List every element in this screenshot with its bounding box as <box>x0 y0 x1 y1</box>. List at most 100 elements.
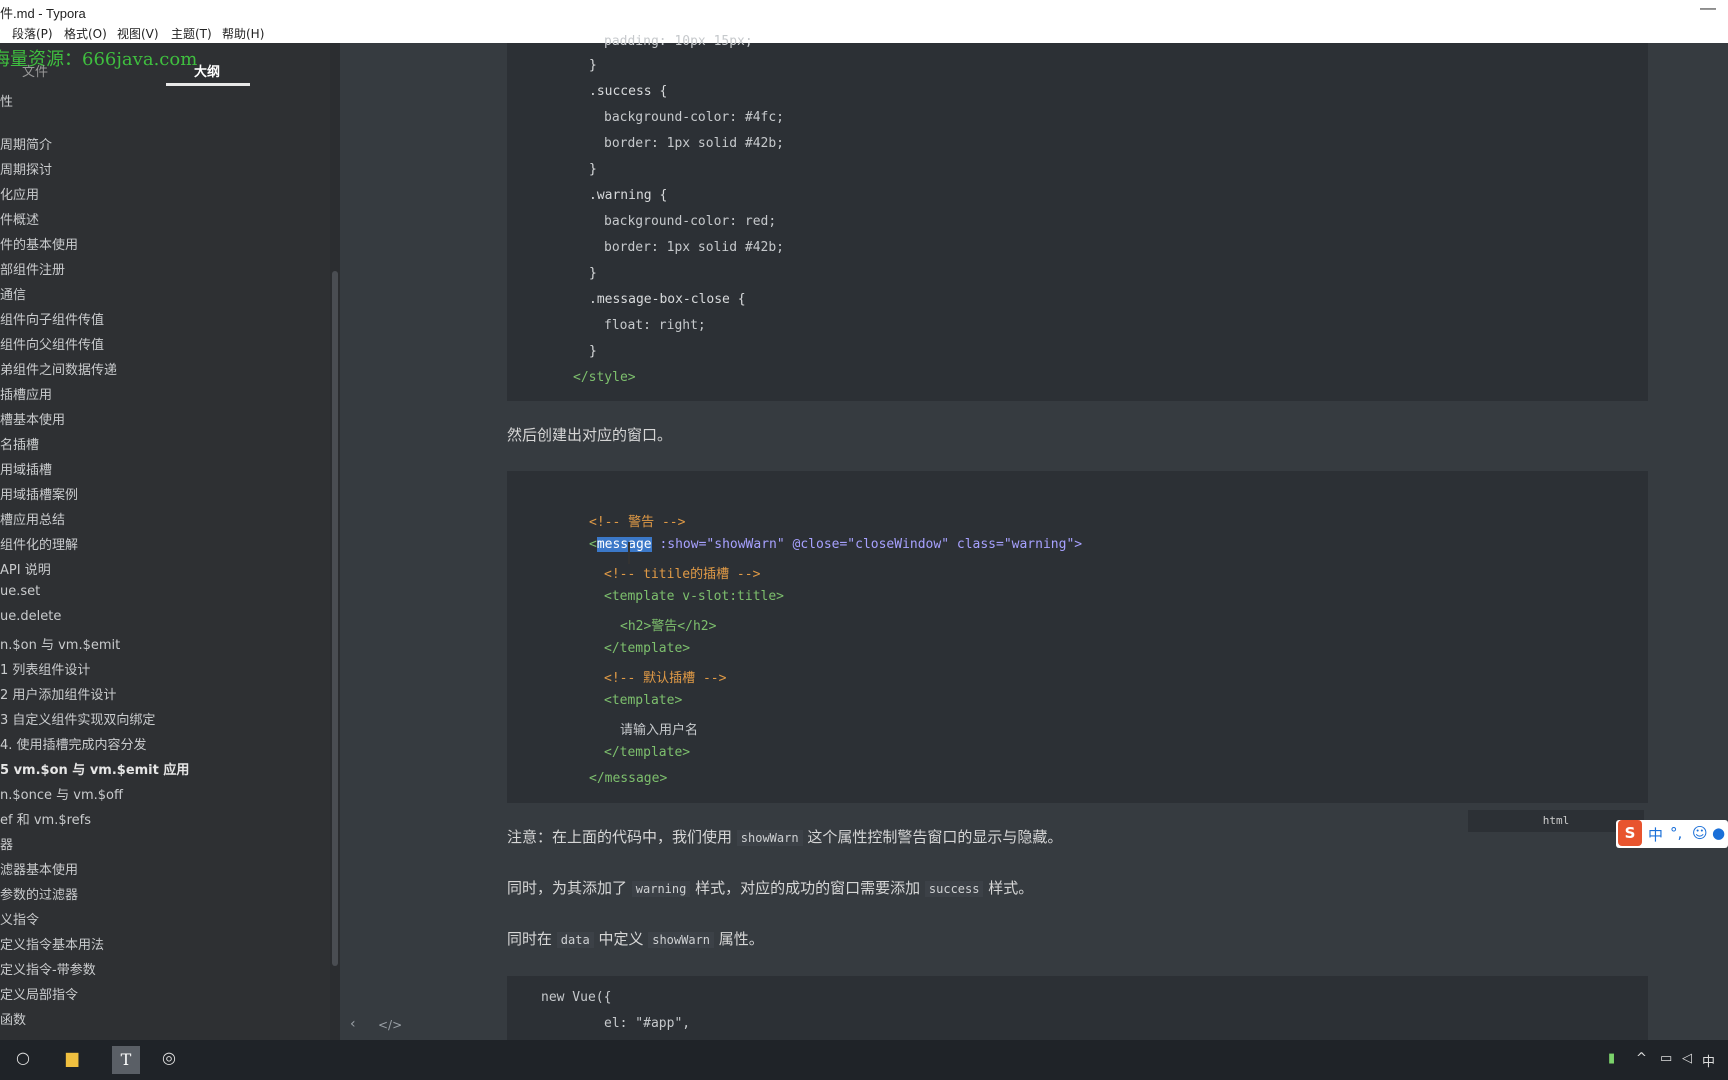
ime-language-indicator[interactable]: 中 <box>1648 824 1663 845</box>
chevron-left-icon[interactable]: ‹ <box>350 1016 356 1032</box>
outline-item[interactable]: 2 用户添加组件设计 <box>0 684 116 703</box>
code-token: padding: 10px 15px; <box>604 34 753 49</box>
outline-item[interactable]: 槽基本使用 <box>0 409 65 428</box>
outline-item[interactable]: 用域插槽 <box>0 459 52 478</box>
menu-view[interactable]: 视图(V) <box>117 25 159 42</box>
network-icon[interactable]: ▭ <box>1660 1051 1672 1066</box>
code-line: <!-- 警告 --> <box>589 515 686 530</box>
paragraph: 同时在 data 中定义 showWarn 属性。 <box>507 928 764 949</box>
volume-icon[interactable]: ◁ <box>1682 1051 1692 1066</box>
menu-theme[interactable]: 主题(T) <box>171 25 212 42</box>
outline-item[interactable]: 函数 <box>0 1009 26 1028</box>
obs-app-icon[interactable]: ◎ <box>162 1048 176 1067</box>
outline-item[interactable]: 参数的过滤器 <box>0 884 78 903</box>
outline-item[interactable]: 件概述 <box>0 209 39 228</box>
outline-item[interactable]: 弟组件之间数据传递 <box>0 359 117 378</box>
minimize-icon[interactable]: — <box>1700 0 1716 18</box>
code-line: border: 1px solid #42b; <box>604 136 784 151</box>
outline-item[interactable]: 定义指令基本用法 <box>0 934 104 953</box>
outline-item[interactable]: 4. 使用插槽完成内容分发 <box>0 734 147 753</box>
outline-item[interactable]: 组件向子组件传值 <box>0 309 104 328</box>
outline-item-active[interactable]: 5 vm.$on 与 vm.$emit 应用 <box>0 759 189 778</box>
code-icon[interactable]: </> <box>378 1018 402 1032</box>
paragraph-text: 样式，对应的成功的窗口需要添加 <box>690 879 925 897</box>
outline-item[interactable]: 性 <box>0 91 13 110</box>
code-line: <template> <box>604 693 683 708</box>
code-token: } <box>589 162 597 177</box>
outline-item[interactable]: 周期探讨 <box>0 159 52 178</box>
outline-item[interactable]: 化应用 <box>0 184 39 203</box>
outline-item[interactable]: 插槽应用 <box>0 384 52 403</box>
outline-item[interactable]: API 说明 <box>0 559 51 578</box>
window-title: 件.md - Typora <box>0 6 86 21</box>
tab-outline[interactable]: 大纲 <box>194 61 220 80</box>
paragraph: 注意：在上面的代码中，我们使用 showWarn 这个属性控制警告窗口的显示与隐… <box>507 826 1062 847</box>
outline-item[interactable]: 滤器基本使用 <box>0 859 78 878</box>
menu-format[interactable]: 格式(O) <box>64 25 107 42</box>
code-token: border: 1px solid #42b; <box>604 136 785 151</box>
outline-item[interactable]: n.$on 与 vm.$emit <box>0 634 120 653</box>
code-token: .warning { <box>589 188 668 203</box>
code-line: .success { <box>589 84 667 99</box>
outline-item[interactable]: 器 <box>0 834 13 853</box>
search-icon[interactable]: ○ <box>16 1048 30 1067</box>
outline-item[interactable]: 用域插槽案例 <box>0 484 78 503</box>
battery-icon[interactable]: ▮ <box>1608 1051 1615 1066</box>
typora-app-icon[interactable]: T <box>112 1046 140 1074</box>
menu-paragraph[interactable]: 段落(P) <box>12 25 53 42</box>
outline-item[interactable]: 槽应用总结 <box>0 509 65 528</box>
code-line: border: 1px solid #42b; <box>604 240 784 255</box>
code-token: } <box>589 266 597 281</box>
outline-item[interactable]: 件的基本使用 <box>0 234 78 253</box>
outline-item[interactable]: 周期简介 <box>0 134 52 153</box>
sidebar: 海量资源：666java.com 文件 大纲 性 周期简介 周期探讨 化应用 件… <box>0 43 340 1040</box>
tab-file[interactable]: 文件 <box>22 61 48 80</box>
outline-item[interactable]: 3 自定义组件实现双向绑定 <box>0 709 155 728</box>
input-method-indicator[interactable]: 中 <box>1702 1051 1715 1070</box>
outline-item[interactable]: ue.set <box>0 584 40 599</box>
punctuation-icon[interactable]: °, <box>1670 824 1682 842</box>
outline-item[interactable]: n.$once 与 vm.$off <box>0 784 123 803</box>
code-line: </template> <box>604 745 691 760</box>
outline-item[interactable]: 定义指令-带参数 <box>0 959 96 978</box>
code-line: .message-box-close { <box>589 292 746 307</box>
code-block-css[interactable]: padding: 10px 15px; } .success { backgro… <box>507 34 1648 401</box>
code-token: } <box>589 58 597 73</box>
outline-item[interactable]: ue.delete <box>0 609 61 624</box>
code-token: :show="showWarn" @close="closeWindow" cl… <box>659 537 1083 552</box>
code-line: </template> <box>604 641 691 656</box>
outline-item[interactable]: 定义局部指令 <box>0 984 78 1003</box>
outline-item[interactable]: 义指令 <box>0 909 39 928</box>
code-block-js[interactable]: new Vue({ el: "#app", <box>507 976 1648 1040</box>
code-line: } <box>589 162 597 177</box>
file-explorer-icon[interactable]: ▆ <box>66 1048 78 1067</box>
ime-toolbar[interactable]: S 中 °, ☺ ● <box>1616 820 1728 848</box>
menu-bar: 段落(P) 格式(O) 视图(V) 主题(T) 帮助(H) <box>0 22 1728 43</box>
emoji-icon[interactable]: ☺ <box>1692 824 1708 842</box>
inline-code: data <box>556 932 594 948</box>
code-token: background-color: #4fc; <box>604 110 785 125</box>
inline-code: success <box>924 881 984 897</box>
code-line: <template v-slot:title> <box>604 589 785 604</box>
outline-item[interactable]: 通信 <box>0 284 26 303</box>
paragraph: 同时，为其添加了 warning 样式，对应的成功的窗口需要添加 success… <box>507 877 1033 898</box>
outline-item[interactable]: 1 列表组件设计 <box>0 659 90 678</box>
outline-item[interactable]: ef 和 vm.$refs <box>0 809 91 828</box>
selected-text[interactable]: message <box>596 537 652 552</box>
menu-help[interactable]: 帮助(H) <box>222 25 264 42</box>
microphone-icon[interactable]: ● <box>1712 824 1725 842</box>
outline-item[interactable]: 名插槽 <box>0 434 39 453</box>
code-line: float: right; <box>604 318 706 333</box>
ime-logo: S <box>1618 820 1642 846</box>
outline-item[interactable]: 组件向父组件传值 <box>0 334 104 353</box>
code-token: </style> <box>573 370 636 385</box>
code-line: <message :show="showWarn" @close="closeW… <box>589 537 1082 552</box>
outline-item[interactable]: 组件化的理解 <box>0 534 78 553</box>
outline-item[interactable]: 部组件注册 <box>0 259 65 278</box>
code-line: } <box>589 58 597 73</box>
chevron-up-icon[interactable]: ^ <box>1636 1051 1647 1066</box>
code-block-html[interactable]: <!-- 警告 --> <message :show="showWarn" @c… <box>507 471 1648 803</box>
paragraph-text: 这个属性控制警告窗口的显示与隐藏。 <box>802 828 1063 846</box>
inline-code: showWarn <box>736 830 803 846</box>
sidebar-scrollbar-thumb[interactable] <box>332 271 338 966</box>
